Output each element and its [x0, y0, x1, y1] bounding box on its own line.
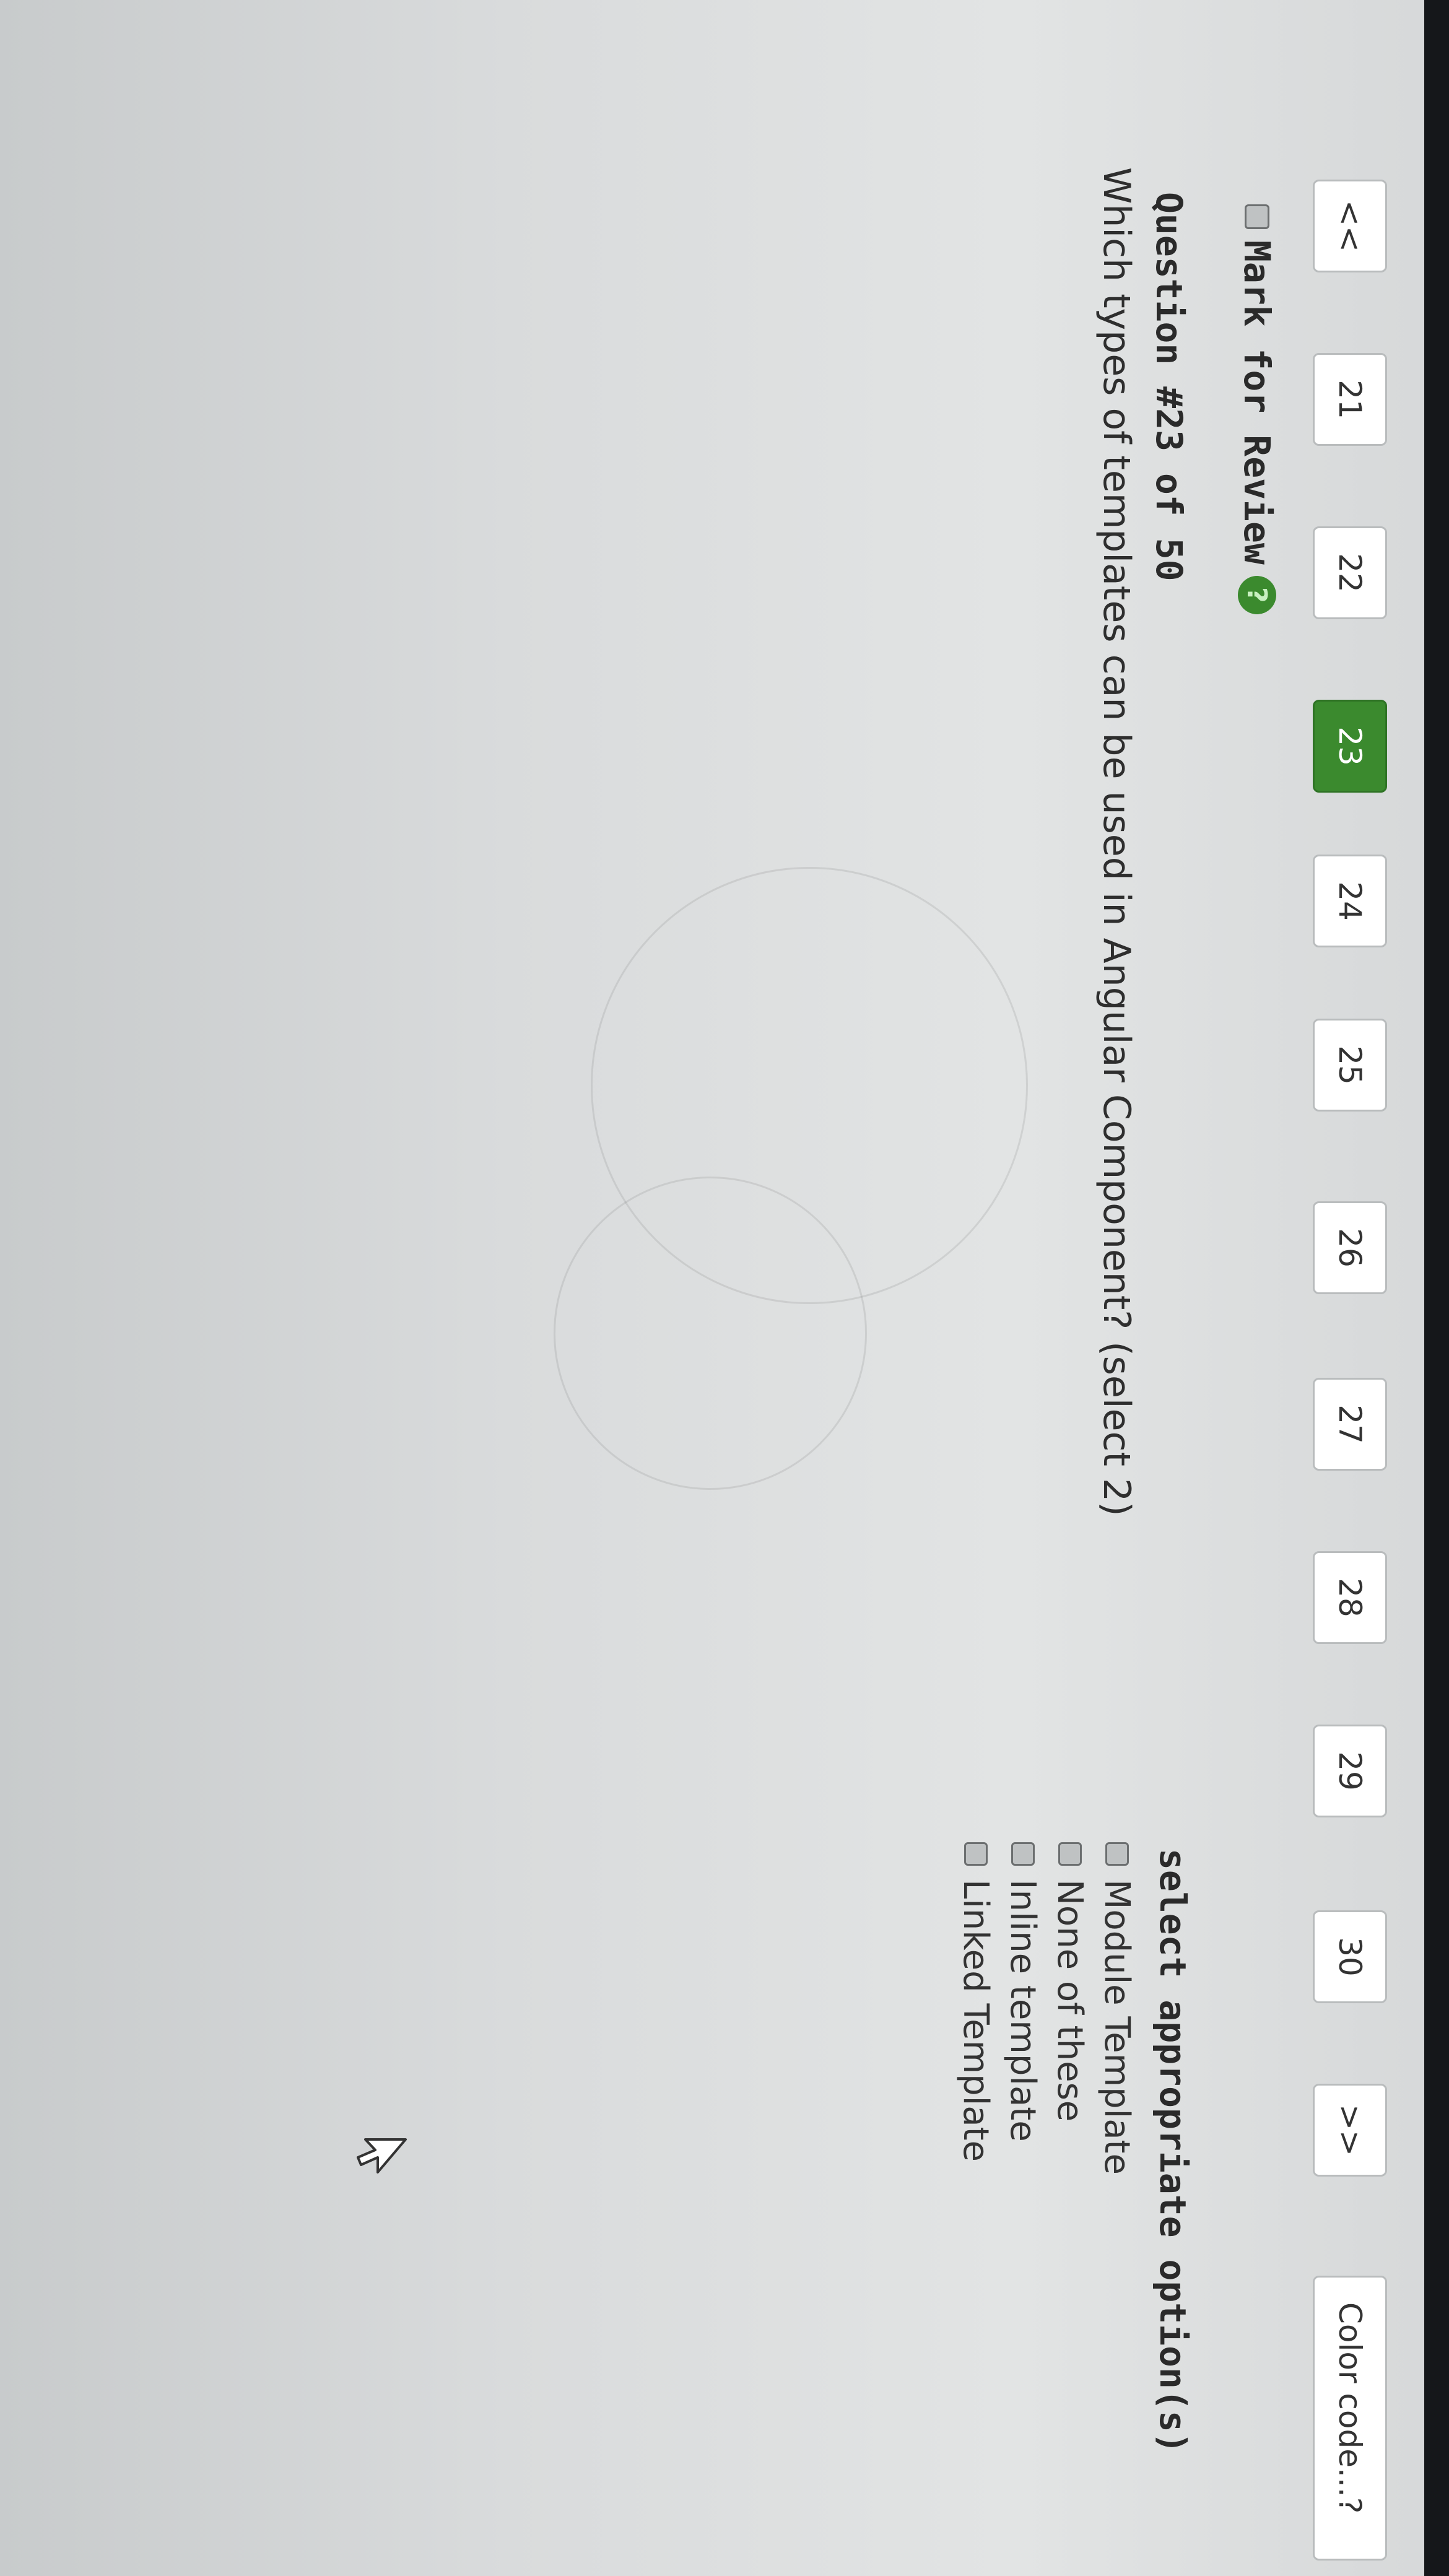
screen-bezel [1424, 0, 1449, 2576]
option-none-of-these[interactable]: None of these [1046, 1842, 1094, 2338]
option-inline-template[interactable]: Inline template [999, 1842, 1046, 2338]
option-linked-template[interactable]: Linked Template [952, 1842, 999, 2338]
mouse-cursor-icon [357, 2138, 407, 2174]
page-button-21[interactable]: 21 [1313, 353, 1387, 446]
option-checkbox[interactable] [1058, 1842, 1082, 1866]
option-module-template[interactable]: Module Template [1094, 1842, 1141, 2338]
page-button-27[interactable]: 27 [1313, 1378, 1387, 1471]
color-code-button[interactable]: Color code...? [1313, 2276, 1387, 2561]
page-button-30[interactable]: 30 [1313, 1910, 1387, 2003]
page-button-29[interactable]: 29 [1313, 1725, 1387, 1817]
option-label: None of these [1050, 1879, 1090, 2122]
next-pages-button[interactable]: >> [1313, 2084, 1387, 2177]
page-button-25[interactable]: 25 [1313, 1019, 1387, 1112]
question-text: Which types of templates can be used in … [1095, 167, 1138, 1516]
help-icon[interactable]: ? [1238, 575, 1276, 614]
page-button-23[interactable]: 23 [1313, 700, 1387, 793]
page-button-22[interactable]: 22 [1313, 526, 1387, 619]
page-button-28[interactable]: 28 [1313, 1551, 1387, 1644]
page-button-24[interactable]: 24 [1313, 855, 1387, 947]
mark-for-review-checkbox[interactable] [1245, 204, 1269, 229]
options-title: select appropriate option(s) [1152, 1848, 1194, 2454]
options-list: Module Template None of these Inline tem… [952, 1842, 1141, 2338]
option-label: Linked Template [955, 1879, 996, 2162]
question-number: Question #23 of 50 [1148, 192, 1190, 581]
screen-photo: << 21 22 23 24 25 26 27 28 29 30 >> Colo… [0, 0, 1449, 2576]
screen-smudge [554, 1177, 867, 1490]
mark-for-review[interactable]: Mark for Review ? [1235, 204, 1279, 614]
option-checkbox[interactable] [1011, 1842, 1035, 1866]
option-label: Inline template [1003, 1879, 1043, 2142]
option-checkbox[interactable] [964, 1842, 988, 1866]
mark-for-review-label: Mark for Review [1236, 240, 1278, 565]
exam-page: << 21 22 23 24 25 26 27 28 29 30 >> Colo… [0, 0, 1424, 2576]
option-checkbox[interactable] [1105, 1842, 1129, 1866]
option-label: Module Template [1097, 1879, 1138, 2175]
question-pager: << 21 22 23 24 25 26 27 28 29 30 >> Colo… [1300, 0, 1424, 2576]
page-button-26[interactable]: 26 [1313, 1201, 1387, 1294]
prev-pages-button[interactable]: << [1313, 180, 1387, 272]
